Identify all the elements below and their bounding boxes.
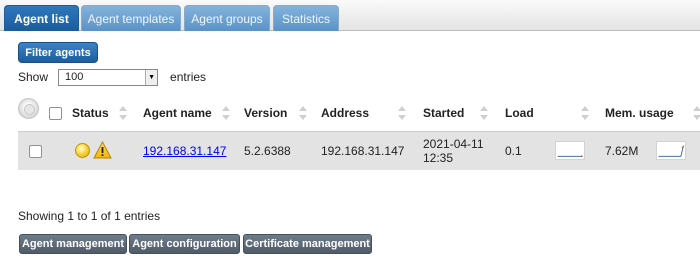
table-row[interactable]: 192.168.31.147 5.2.6388 192.168.31.147 2… bbox=[18, 132, 700, 170]
yellow-status-ball-icon bbox=[75, 143, 90, 158]
sort-icon[interactable] bbox=[299, 106, 307, 120]
column-header-agent-name[interactable]: Agent name bbox=[143, 94, 212, 132]
column-header-label: Agent name bbox=[143, 106, 212, 120]
tab-statistics[interactable]: Statistics bbox=[273, 5, 339, 31]
page-length-select[interactable]: 100 ▼ bbox=[58, 68, 159, 86]
started-cell: 2021-04-11 12:35 bbox=[423, 132, 484, 170]
filter-agents-button[interactable]: Filter agents bbox=[18, 42, 98, 63]
table-info: Showing 1 to 1 of 1 entries bbox=[18, 209, 161, 223]
version-cell: 5.2.6388 bbox=[244, 144, 291, 158]
sort-icon[interactable] bbox=[222, 106, 230, 120]
select-all-checkbox[interactable] bbox=[49, 107, 62, 120]
tab-agent-groups[interactable]: Agent groups bbox=[184, 5, 270, 31]
column-header-status[interactable]: Status bbox=[72, 94, 109, 132]
column-header-load[interactable]: Load bbox=[505, 94, 534, 132]
sort-icon[interactable] bbox=[398, 106, 406, 120]
tab-bar: Agent list Agent templates Agent groups … bbox=[0, 0, 700, 31]
page-length-control: Show 100 ▼ entries bbox=[18, 68, 206, 86]
chevron-down-icon[interactable]: ▼ bbox=[145, 69, 158, 85]
load-cell: 0.1 bbox=[505, 144, 522, 158]
column-header-label: Version bbox=[244, 106, 288, 120]
certificate-management-button[interactable]: Certificate management bbox=[243, 234, 372, 254]
column-header-address[interactable]: Address bbox=[321, 94, 369, 132]
row-select-checkbox[interactable] bbox=[29, 145, 42, 158]
agent-name-link[interactable]: 192.168.31.147 bbox=[143, 144, 226, 158]
mem-usage-cell: 7.62M bbox=[605, 144, 639, 158]
agent-name-cell[interactable]: 192.168.31.147 bbox=[143, 132, 226, 170]
agent-management-button[interactable]: Agent management bbox=[19, 234, 127, 254]
sort-icon[interactable] bbox=[119, 106, 127, 120]
column-header-label: Address bbox=[321, 106, 370, 120]
sort-icon[interactable] bbox=[480, 106, 488, 120]
column-header-label: Status bbox=[72, 106, 109, 120]
warning-triangle-icon bbox=[93, 141, 112, 159]
tab-agent-list[interactable]: Agent list bbox=[4, 5, 79, 31]
started-time: 12:35 bbox=[423, 151, 454, 165]
agent-configuration-button[interactable]: Agent configuration bbox=[129, 234, 240, 254]
mem-usage-sparkline bbox=[656, 141, 686, 160]
load-sparkline bbox=[555, 141, 585, 160]
sort-icon[interactable] bbox=[581, 106, 589, 120]
entries-label: entries bbox=[170, 70, 207, 84]
show-label: Show bbox=[18, 70, 49, 84]
page-length-value: 100 bbox=[65, 71, 84, 83]
column-header-version[interactable]: Version bbox=[244, 94, 287, 132]
column-header-started[interactable]: Started bbox=[423, 94, 464, 132]
column-header-label: Started bbox=[423, 106, 465, 120]
started-date: 2021-04-11 bbox=[423, 137, 484, 151]
column-settings-icon[interactable] bbox=[18, 98, 39, 119]
address-cell: 192.168.31.147 bbox=[321, 144, 405, 158]
column-header-mem-usage[interactable]: Mem. usage bbox=[605, 94, 674, 132]
table-header: Status Agent name Version Address Starte… bbox=[18, 94, 700, 132]
sort-icon[interactable] bbox=[693, 106, 700, 120]
column-header-label: Load bbox=[505, 106, 534, 120]
tab-agent-templates[interactable]: Agent templates bbox=[81, 5, 181, 31]
column-header-label: Mem. usage bbox=[605, 106, 674, 120]
